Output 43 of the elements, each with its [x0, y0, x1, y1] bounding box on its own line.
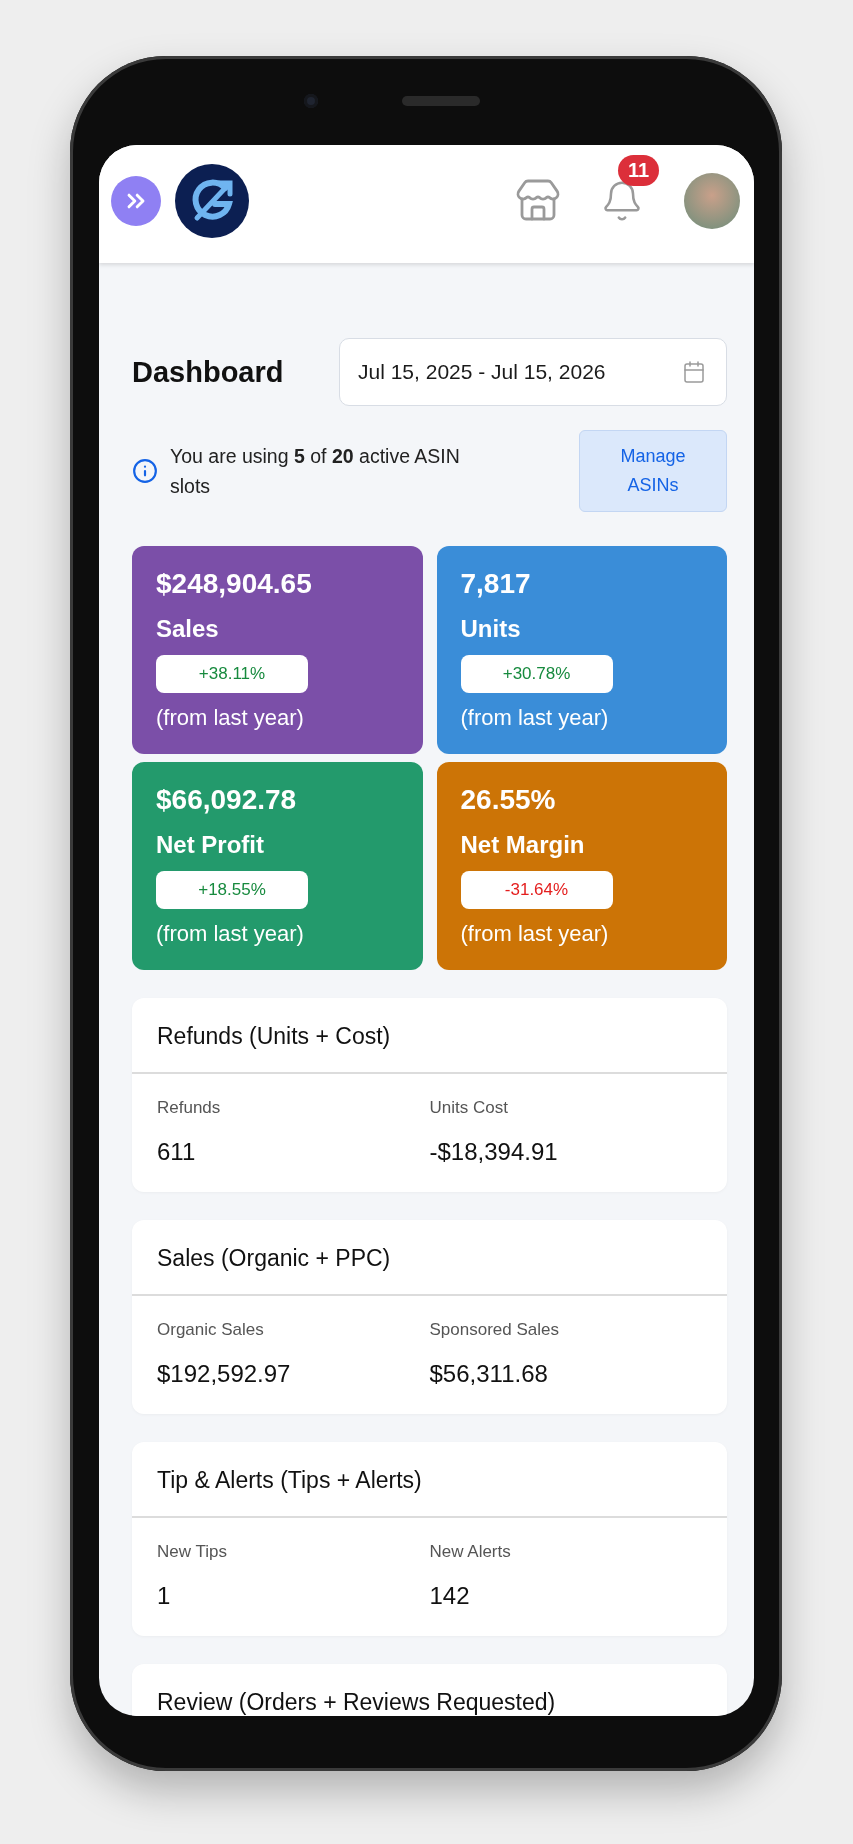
kpi-value: 26.55% [460, 786, 556, 814]
notification-badge: 11 [618, 155, 660, 186]
metric-value: $192,592.97 [157, 1360, 292, 1388]
card-title: Refunds (Units + Cost) [132, 998, 727, 1074]
metric-label: Refunds [157, 1098, 222, 1118]
metric-label: Organic Sales [157, 1320, 265, 1340]
kpi-note: (from last year) [156, 705, 304, 731]
metric-label: Units Cost [429, 1098, 509, 1118]
asin-usage-text: You are using 5 of 20 active ASIN slots [170, 443, 461, 499]
card-title: Tip & Alerts (Tips + Alerts) [132, 1442, 727, 1518]
date-range-field[interactable]: Jul 15, 2025 - Jul 15, 2026 [339, 338, 727, 406]
kpi-label: Units [460, 615, 521, 643]
kpi-value: 7,817 [460, 570, 531, 598]
card-title: Review (Orders + Reviews Requested) [132, 1664, 727, 1716]
metric-label: New Tips [157, 1542, 228, 1562]
metric-value: 142 [429, 1582, 471, 1610]
kpi-note: (from last year) [460, 921, 609, 947]
metric-label: New Alerts [429, 1542, 512, 1562]
change-badge: +30.78% [460, 655, 613, 693]
avatar[interactable] [684, 173, 740, 229]
metric-value: -$18,394.91 [429, 1138, 559, 1166]
change-badge: -31.64% [460, 871, 613, 909]
logo-icon [175, 164, 249, 238]
metric-value: $56,311.68 [429, 1360, 549, 1388]
kpi-note: (from last year) [460, 705, 609, 731]
info-icon [132, 458, 158, 484]
manage-asins-button[interactable]: Manage ASINs [579, 430, 727, 512]
kpi-note: (from last year) [156, 921, 304, 947]
metric-label: Sponsored Sales [429, 1320, 560, 1340]
change-badge: +18.55% [156, 871, 308, 909]
calendar-icon [682, 360, 706, 384]
expand-menu-button[interactable] [111, 176, 161, 226]
kpi-value: $248,904.65 [156, 570, 312, 598]
camera-icon [303, 93, 318, 108]
kpi-label: Net Margin [460, 831, 585, 859]
page-title: Dashboard [132, 355, 284, 389]
change-badge: +38.11% [156, 655, 308, 693]
kpi-label: Sales [156, 615, 219, 643]
metric-value: 1 [157, 1582, 172, 1610]
kpi-value: $66,092.78 [156, 786, 297, 814]
kpi-label: Net Profit [156, 831, 264, 859]
card-title: Sales (Organic + PPC) [132, 1220, 727, 1296]
metric-value: 611 [157, 1138, 197, 1166]
